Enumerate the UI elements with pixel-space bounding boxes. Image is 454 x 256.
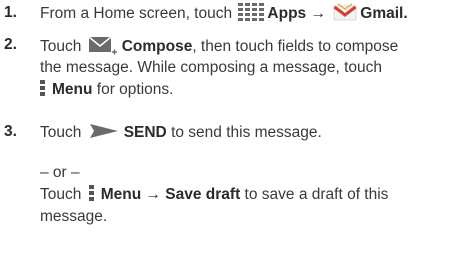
step-3-line-4: message. xyxy=(40,208,108,225)
apps-grid-icon xyxy=(238,2,265,21)
apps-label: Apps xyxy=(267,5,307,22)
compose-label: Compose xyxy=(121,38,193,56)
compose-icon xyxy=(88,35,118,57)
step-3-line-3: Touch Menu → Save draft to save a draft … xyxy=(40,184,389,205)
arrow: → xyxy=(145,186,161,203)
step-text: Touch xyxy=(40,38,82,56)
step-number: 1. xyxy=(4,4,17,21)
step-text: to send this message. xyxy=(166,124,322,141)
arrow: → xyxy=(310,5,326,22)
menu-icon xyxy=(40,79,46,97)
menu-label: Menu xyxy=(100,186,142,203)
step-text: Touch xyxy=(40,186,82,203)
step-3-line-1: Touch SEND to send this message. xyxy=(40,123,322,143)
step-text: From a Home screen, touch xyxy=(40,5,233,22)
step-text: to save a draft of this xyxy=(240,186,389,203)
step-2-line-1: Touch Compose, then touch fields to comp… xyxy=(40,36,398,58)
step-2-line-3: Menu for options. xyxy=(40,79,174,100)
step-2-line-2: the message. While composing a message, … xyxy=(40,59,383,76)
gmail-label: Gmail. xyxy=(360,5,408,22)
gmail-icon xyxy=(333,3,357,21)
step-number: 2. xyxy=(4,36,17,53)
menu-label: Menu xyxy=(52,81,93,98)
step-1-line-1: From a Home screen, touch Apps → Gmail. xyxy=(40,2,408,24)
step-text: , then touch fields to compose xyxy=(192,38,399,56)
or-separator: – or – xyxy=(40,164,80,181)
menu-icon xyxy=(88,184,95,202)
save-draft-label: Save draft xyxy=(165,186,241,203)
step-text: for options. xyxy=(92,81,174,98)
step-text: Touch xyxy=(40,124,82,141)
send-icon xyxy=(89,123,119,139)
send-label: SEND xyxy=(123,124,167,141)
step-number: 3. xyxy=(4,123,17,140)
